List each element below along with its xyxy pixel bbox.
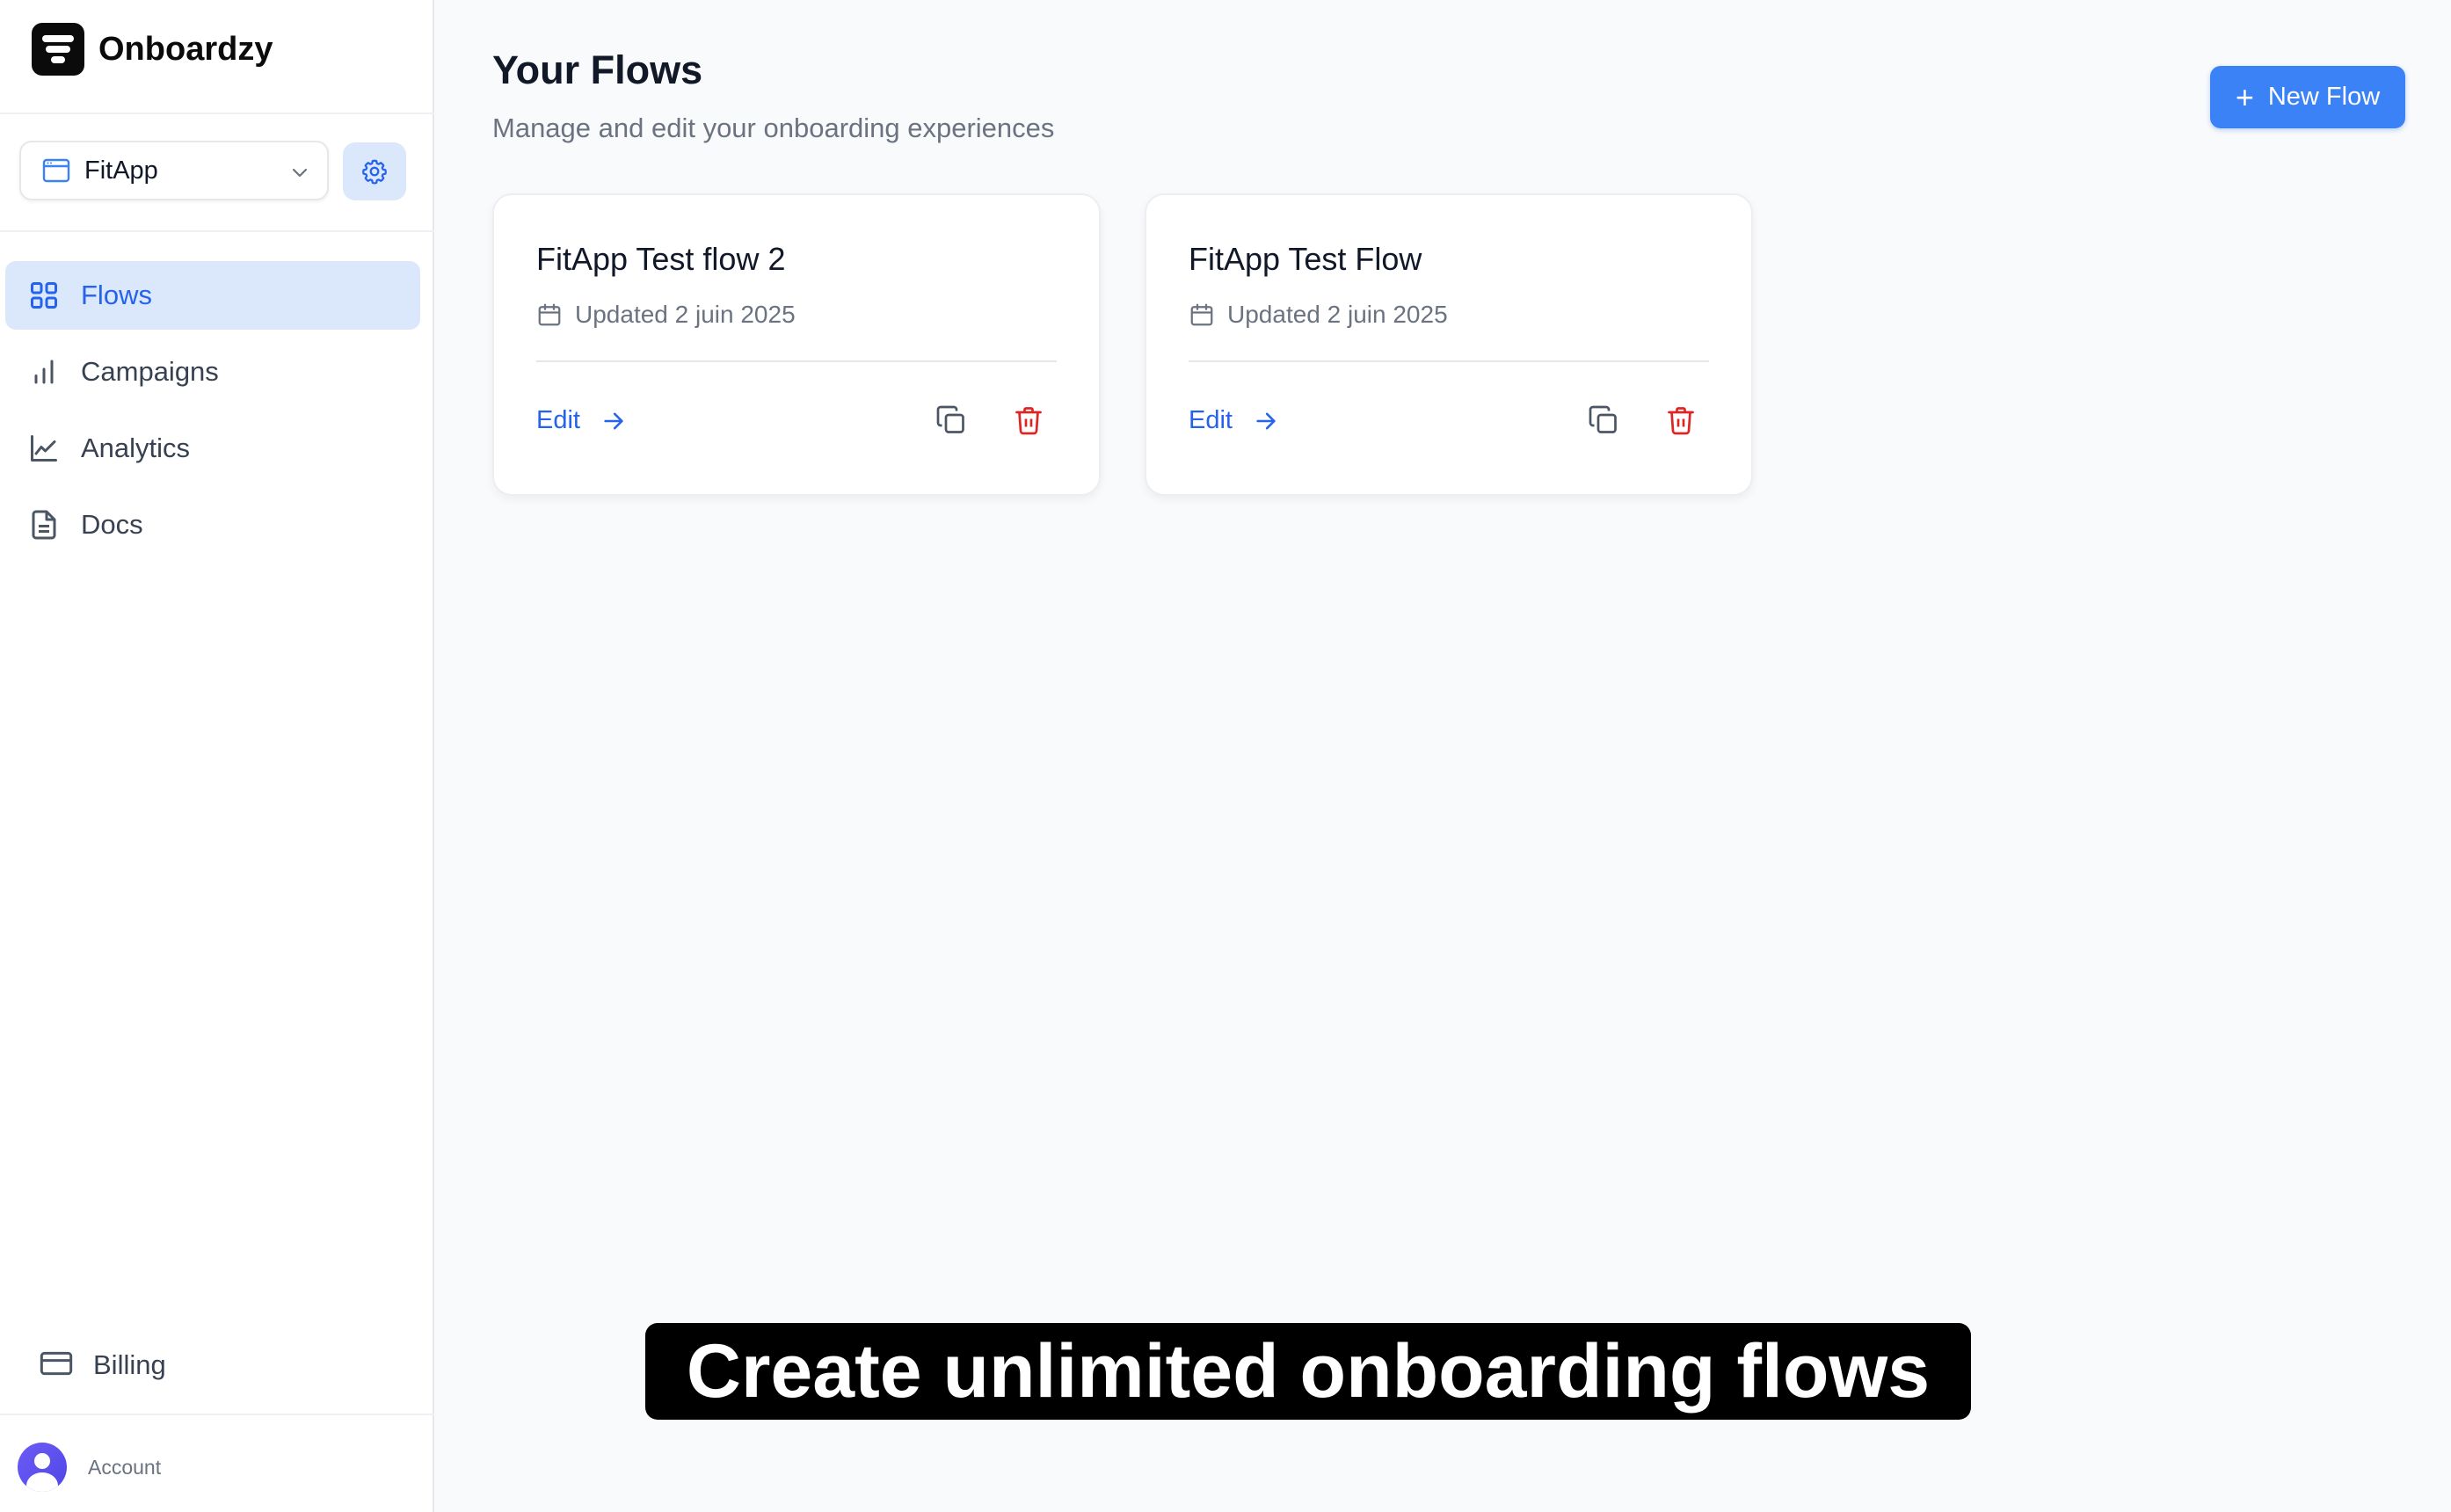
chevron-down-icon [292,168,308,178]
sidebar-item-billing[interactable]: Billing [39,1336,166,1394]
line-chart-icon [26,431,62,466]
flow-title: FitApp Test flow 2 [536,241,786,277]
sidebar-item-flows[interactable]: Flows [5,261,420,330]
divider [0,113,434,114]
edit-label: Edit [1189,406,1233,434]
account-menu[interactable]: Account [18,1442,161,1493]
flow-updated: Updated 2 juin 2025 [536,301,796,329]
sidebar-item-campaigns[interactable]: Campaigns [5,338,420,406]
flow-title: FitApp Test Flow [1189,241,1422,277]
app-window-icon [42,158,70,183]
brand-logo-icon [32,23,84,76]
arrow-right-icon [1256,412,1276,429]
app-selector[interactable]: FitApp [19,141,329,200]
sidebar-item-label: Billing [93,1349,166,1380]
caption-overlay: Create unlimited onboarding flows [645,1323,1971,1420]
copy-icon[interactable] [1588,404,1619,436]
sidebar-item-label: Flows [81,280,152,310]
sidebar-item-label: Analytics [81,433,191,463]
flow-card: FitApp Test Flow Updated 2 juin 2025 Edi… [1145,193,1753,496]
app-selector-value: FitApp [84,156,158,185]
edit-flow-link[interactable]: Edit [1189,406,1278,435]
trash-icon[interactable] [1013,404,1044,436]
copy-icon[interactable] [935,404,967,436]
app-settings-button[interactable] [343,142,406,200]
flow-card: FitApp Test flow 2 Updated 2 juin 2025 E… [492,193,1101,496]
edit-flow-link[interactable]: Edit [536,406,626,435]
flow-updated-text: Updated 2 juin 2025 [1227,301,1448,328]
credit-card-icon [39,1346,74,1385]
page-title: Your Flows [492,47,703,92]
gear-icon [362,159,387,185]
divider [0,1414,434,1415]
grid-icon [26,278,62,313]
sidebar: Onboardzy FitApp Flows Campaigns Analyti… [0,0,434,1512]
flow-updated: Updated 2 juin 2025 [1189,301,1448,329]
calendar-icon [538,303,561,326]
sidebar-item-analytics[interactable]: Analytics [5,414,420,483]
flow-updated-text: Updated 2 juin 2025 [575,301,796,328]
trash-icon[interactable] [1665,404,1697,436]
brand-name: Onboardzy [98,30,273,68]
plus-icon: + [2235,78,2254,115]
sidebar-item-docs[interactable]: Docs [5,491,420,559]
sidebar-item-label: Docs [81,509,143,540]
avatar [18,1443,67,1492]
divider [1189,360,1709,362]
arrow-right-icon [604,412,623,429]
page-subtitle: Manage and edit your onboarding experien… [492,113,1055,143]
divider [0,230,434,232]
new-flow-label: New Flow [2267,83,2381,111]
account-label: Account [88,1455,162,1479]
calendar-icon [1190,303,1213,326]
divider [536,360,1057,362]
brand[interactable]: Onboardzy [32,23,273,76]
document-icon [26,507,62,542]
new-flow-button[interactable]: + New Flow [2210,66,2405,128]
bar-chart-icon [26,354,62,389]
sidebar-item-label: Campaigns [81,356,219,387]
edit-label: Edit [536,406,580,434]
